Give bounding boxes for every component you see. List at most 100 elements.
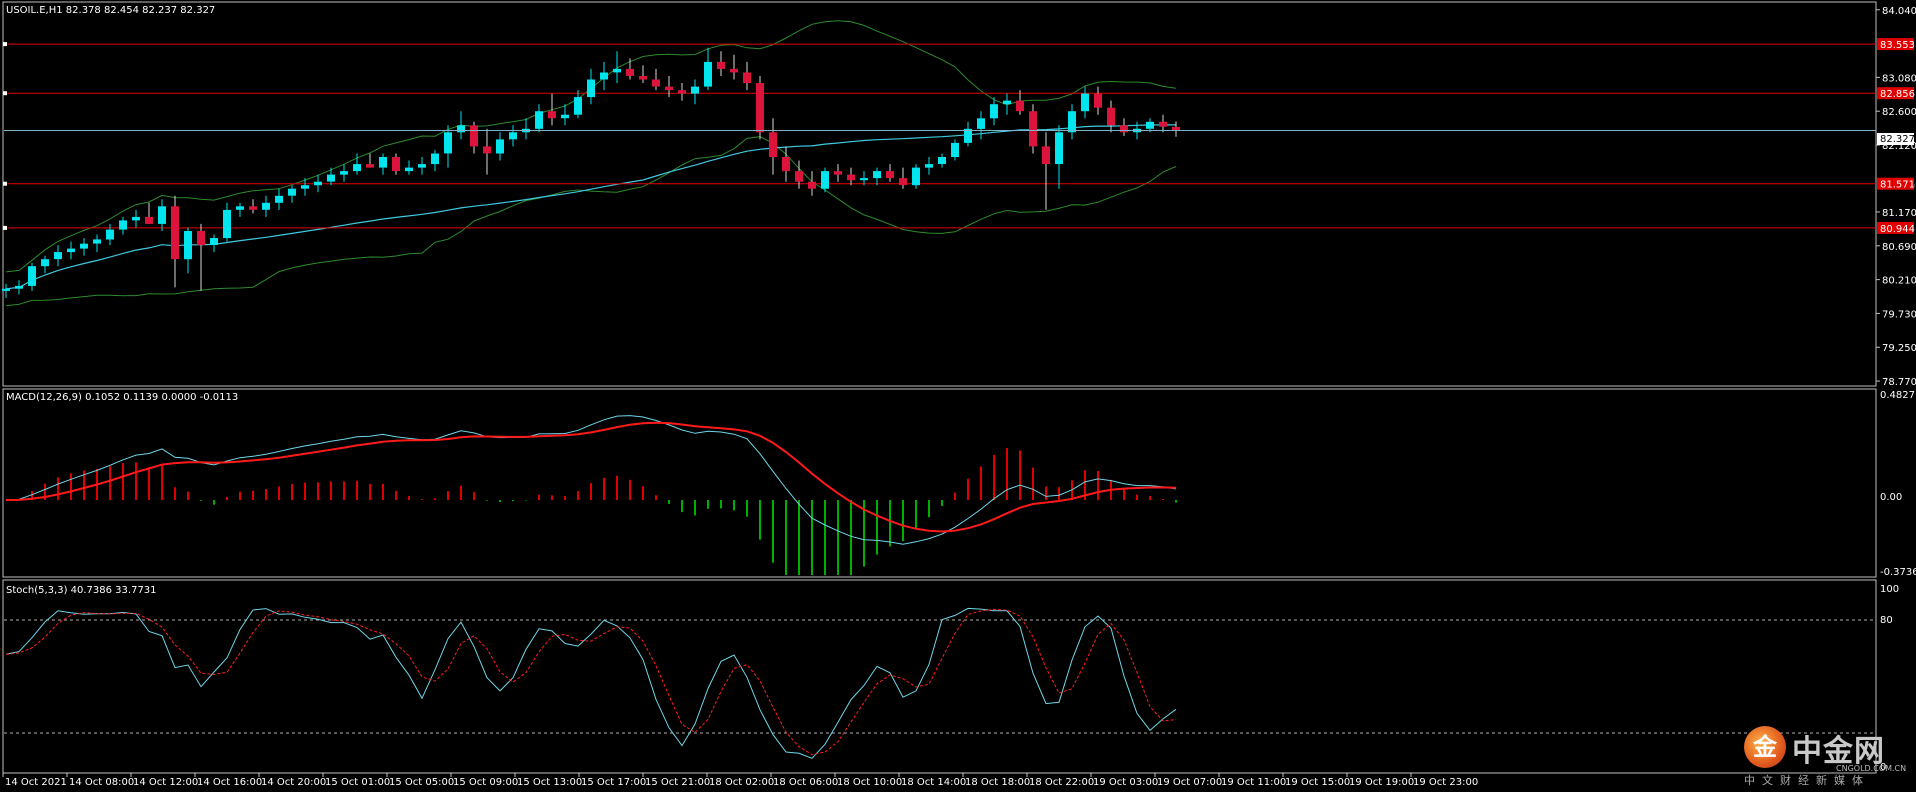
time-tick-label: 19 Oct 11:00 bbox=[1221, 777, 1286, 788]
candle-body bbox=[210, 238, 218, 245]
time-tick-label: 14 Oct 12:00 bbox=[133, 777, 198, 788]
candle[interactable] bbox=[1029, 104, 1037, 154]
time-tick-label: 18 Oct 14:00 bbox=[901, 777, 966, 788]
candle-body bbox=[262, 202, 270, 210]
candle-body bbox=[613, 68, 621, 73]
time-tick-label: 19 Oct 03:00 bbox=[1093, 777, 1158, 788]
candle-body bbox=[587, 79, 595, 98]
candle-body bbox=[327, 174, 335, 182]
time-tick-label: 14 Oct 2021 bbox=[5, 777, 67, 788]
candle-body bbox=[782, 157, 790, 172]
candle-body bbox=[171, 206, 179, 260]
candle-body bbox=[353, 164, 361, 172]
candle-body bbox=[912, 167, 920, 186]
candle[interactable] bbox=[756, 76, 764, 140]
level-price-label: 80.944 bbox=[1880, 224, 1915, 235]
candle-body bbox=[938, 157, 946, 164]
time-tick-label: 18 Oct 06:00 bbox=[773, 777, 838, 788]
trading-terminal-chart[interactable]: USOIL.E,H1 82.378 82.454 82.237 82.327 8… bbox=[0, 0, 1916, 792]
candle-body bbox=[197, 231, 205, 246]
level-price-label: 82.856 bbox=[1880, 89, 1915, 100]
level-line-handle[interactable] bbox=[3, 42, 7, 47]
candle-body bbox=[1146, 121, 1154, 129]
candle-body bbox=[743, 72, 751, 84]
stoch-tick-80: 80 bbox=[1880, 615, 1893, 626]
candle-body bbox=[808, 181, 816, 189]
candle-body bbox=[366, 164, 374, 168]
candle[interactable] bbox=[821, 167, 829, 193]
candle-body bbox=[1003, 100, 1011, 105]
time-tick-label: 14 Oct 20:00 bbox=[261, 777, 326, 788]
stoch-tick-top: 100 bbox=[1880, 584, 1899, 595]
candle-body bbox=[444, 132, 452, 154]
macd-tick-bottom: -0.3736 bbox=[1880, 567, 1916, 578]
candle-body bbox=[106, 229, 114, 240]
candle-body bbox=[80, 243, 88, 249]
candle-body bbox=[67, 248, 75, 253]
candle-body bbox=[41, 259, 49, 267]
level-price-label: 83.553 bbox=[1880, 40, 1915, 51]
candle-body bbox=[1120, 125, 1128, 133]
time-tick-label: 18 Oct 10:00 bbox=[837, 777, 902, 788]
candle-body bbox=[626, 68, 634, 76]
time-tick-label: 18 Oct 22:00 bbox=[1029, 777, 1094, 788]
cngold-logo-icon: 金 bbox=[1744, 726, 1786, 768]
price-tick-label: 80.690 bbox=[1882, 242, 1916, 253]
candle-body bbox=[1029, 111, 1037, 147]
candle-body bbox=[873, 171, 881, 179]
candle-body bbox=[93, 239, 101, 244]
level-line-handle[interactable] bbox=[3, 181, 7, 186]
candle-body bbox=[119, 220, 127, 230]
time-tick-label: 18 Oct 02:00 bbox=[709, 777, 774, 788]
candle-body bbox=[314, 181, 322, 186]
price-tick-label: 79.250 bbox=[1882, 343, 1916, 354]
candle-body bbox=[886, 171, 894, 179]
candle-body bbox=[132, 216, 140, 221]
candle-body bbox=[249, 206, 257, 210]
candle-body bbox=[665, 86, 673, 91]
price-tick-label: 82.600 bbox=[1882, 107, 1916, 118]
macd-tick-top: 0.4827 bbox=[1880, 390, 1915, 401]
candle-body bbox=[717, 61, 725, 69]
cngold-watermark: 金 中金网 CNGOLD.COM.CN 中文财经新媒体 bbox=[1744, 720, 1906, 787]
candle-body bbox=[704, 61, 712, 87]
candle-body bbox=[990, 104, 998, 119]
time-tick-label: 15 Oct 09:00 bbox=[453, 777, 518, 788]
candle-body bbox=[145, 216, 153, 224]
candle-body bbox=[834, 171, 842, 175]
candle-body bbox=[847, 174, 855, 181]
candle-body bbox=[457, 125, 465, 133]
candle-body bbox=[678, 90, 686, 94]
candle-body bbox=[951, 142, 959, 157]
candle-body bbox=[405, 167, 413, 172]
candle-body bbox=[795, 171, 803, 182]
time-tick-label: 15 Oct 05:00 bbox=[389, 777, 454, 788]
time-tick-label: 19 Oct 19:00 bbox=[1349, 777, 1414, 788]
candle-body bbox=[860, 178, 868, 181]
candle-body bbox=[600, 72, 608, 80]
level-line-handle[interactable] bbox=[3, 91, 7, 96]
time-tick-label: 14 Oct 16:00 bbox=[197, 777, 262, 788]
price-tick-label: 81.170 bbox=[1882, 208, 1916, 219]
candle-body bbox=[470, 125, 478, 147]
candle-body bbox=[483, 146, 491, 154]
candle-body bbox=[756, 83, 764, 133]
time-tick-label: 14 Oct 08:00 bbox=[69, 777, 134, 788]
time-tick-label: 19 Oct 07:00 bbox=[1157, 777, 1222, 788]
candle-body bbox=[223, 209, 231, 239]
candle[interactable] bbox=[912, 164, 920, 189]
chart-header: USOIL.E,H1 82.378 82.454 82.237 82.327 bbox=[6, 5, 215, 16]
time-tick-label: 19 Oct 23:00 bbox=[1413, 777, 1478, 788]
candle-body bbox=[418, 164, 426, 168]
time-tick-label: 19 Oct 15:00 bbox=[1285, 777, 1350, 788]
price-tick-label: 79.730 bbox=[1882, 309, 1916, 320]
candle-body bbox=[15, 285, 23, 289]
candle-body bbox=[899, 178, 907, 186]
candle-body bbox=[1055, 132, 1063, 164]
candle-body bbox=[496, 139, 504, 154]
candle-body bbox=[652, 79, 660, 87]
candle-body bbox=[1042, 146, 1050, 164]
candle-body bbox=[184, 231, 192, 260]
level-line-handle[interactable] bbox=[3, 225, 7, 230]
candle-body bbox=[1016, 100, 1024, 112]
